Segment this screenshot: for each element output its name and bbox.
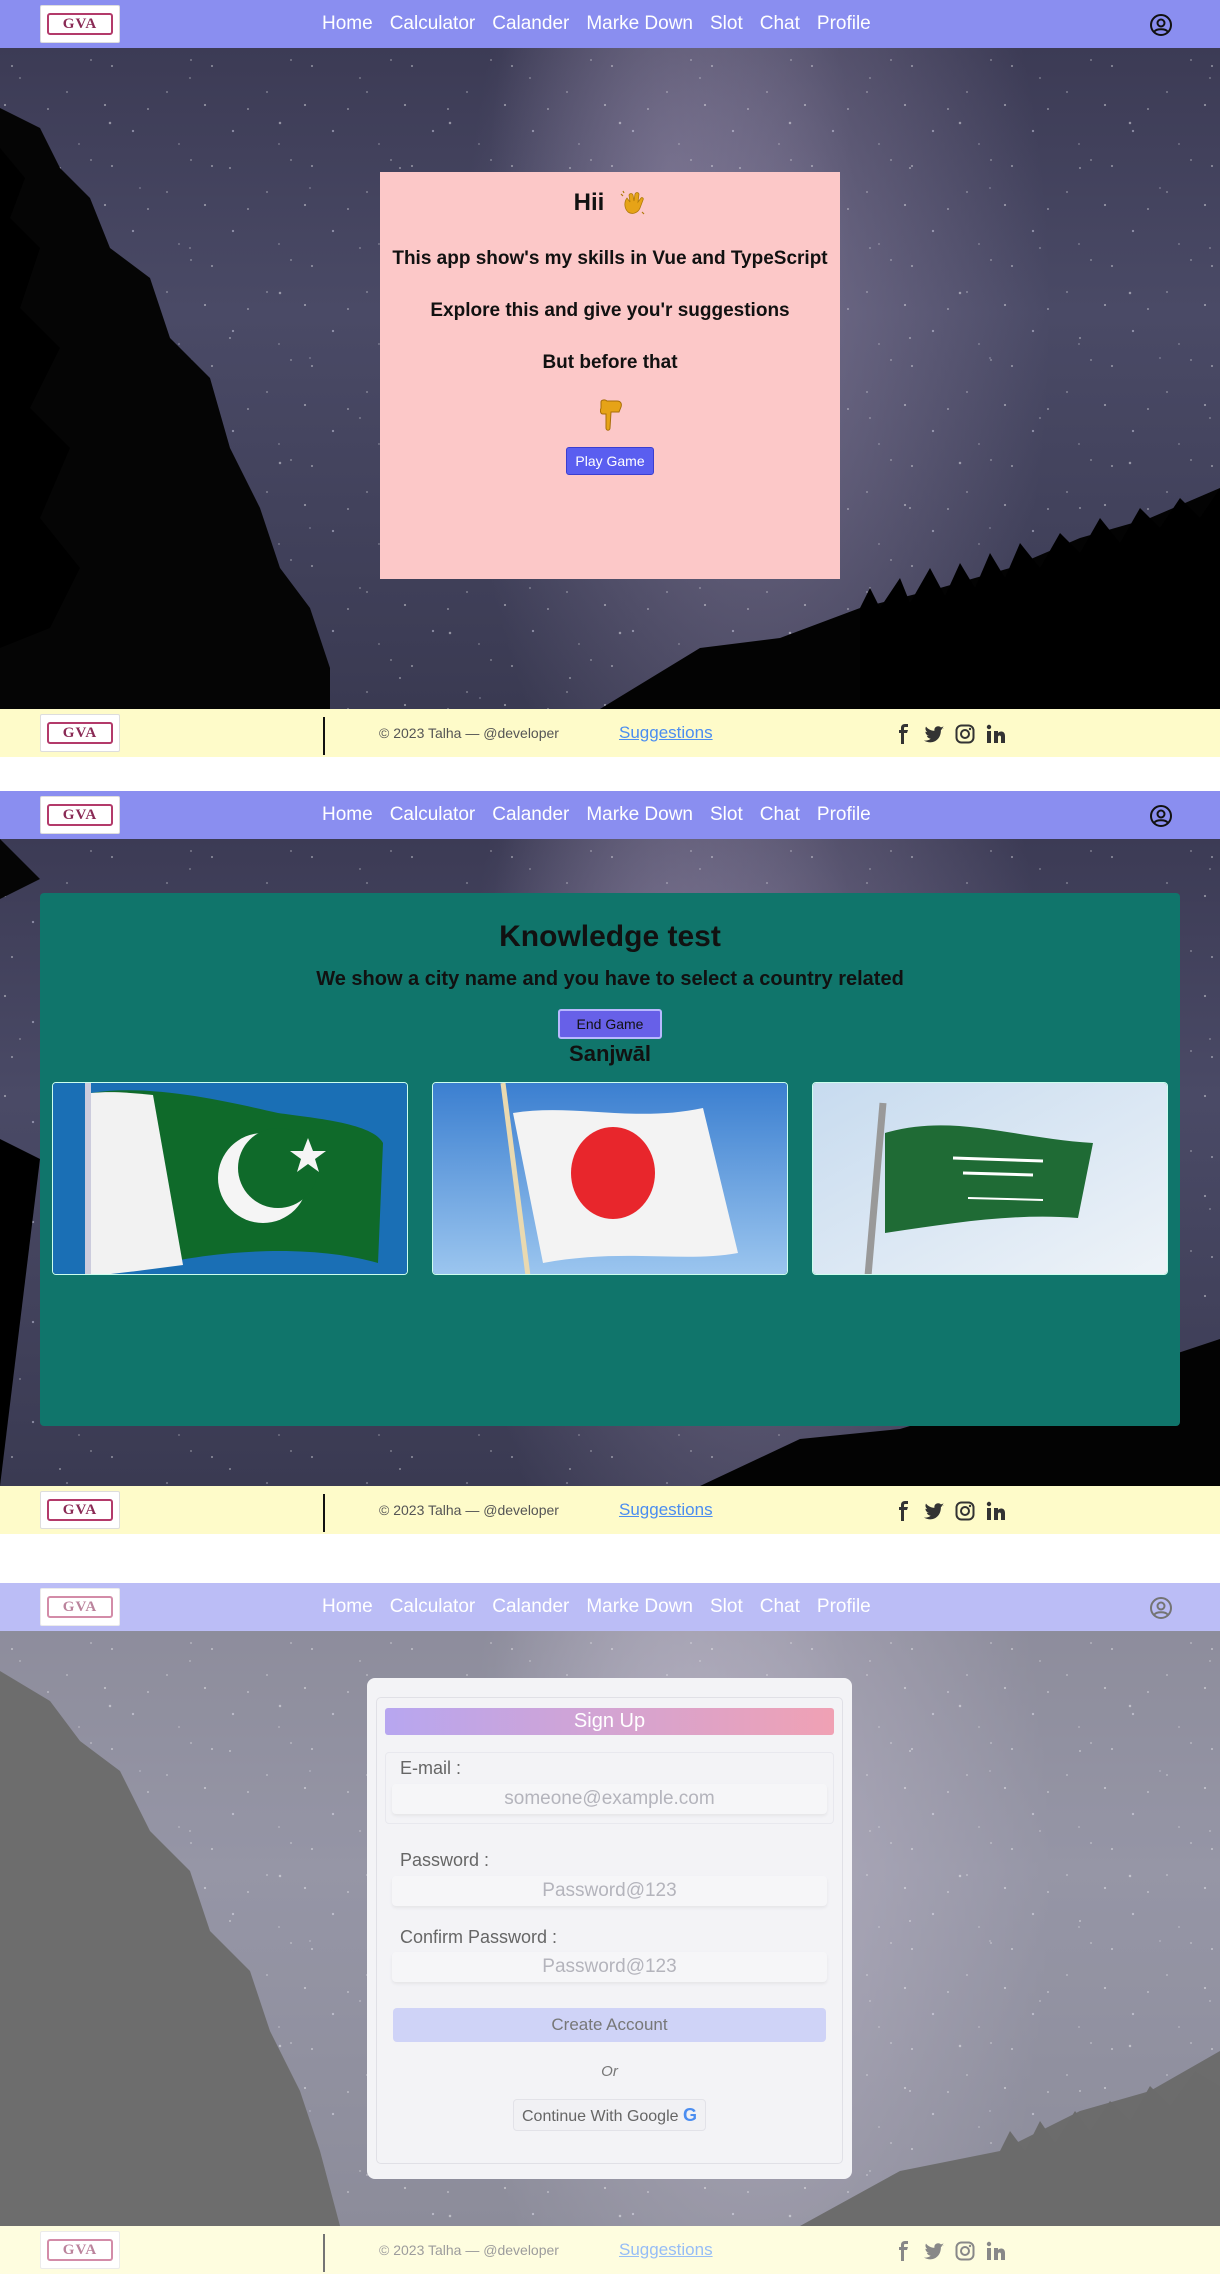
greeting: Hii: [380, 189, 840, 217]
footer-logo[interactable]: GVA: [40, 714, 120, 752]
nav-home[interactable]: Home: [322, 13, 373, 35]
nav-links: Home Calculator Calander Marke Down Slot…: [322, 0, 888, 48]
linkedin-icon[interactable]: [985, 1500, 1007, 1522]
instagram-icon[interactable]: [954, 723, 976, 745]
developer-handle[interactable]: @developer: [483, 725, 559, 741]
nav-home[interactable]: Home: [322, 804, 373, 826]
quiz-subtitle: We show a city name and you have to sele…: [316, 968, 904, 990]
footer-2: GVA © 2023 Talha — @developer Suggestion…: [0, 1486, 1220, 1534]
nav-links: Home Calculator Calander Marke Down Slot…: [322, 791, 888, 839]
navbar: GVA Home Calculator Calander Marke Down …: [0, 0, 1220, 48]
welcome-card: Hii This app show's my skills in Vue and…: [380, 172, 840, 579]
google-icon: G: [682, 2105, 697, 2125]
developer-handle[interactable]: @developer: [483, 1502, 559, 1518]
email-label: E-mail :: [400, 1758, 462, 1778]
waving-hand-icon: [620, 190, 645, 215]
twitter-icon[interactable]: [923, 723, 945, 745]
intro-line-2: Explore this and give you'r suggestions: [430, 300, 790, 321]
city-name: Sanjwāl: [569, 1041, 651, 1066]
signup-modal: Sign Up E-mail : someone@example.com Pas…: [367, 1678, 852, 2179]
footer-divider: [323, 717, 325, 755]
nav-chat[interactable]: Chat: [760, 13, 800, 35]
facebook-icon[interactable]: [892, 723, 914, 745]
nav-marke-down[interactable]: Marke Down: [586, 13, 693, 35]
google-signin-button[interactable]: Continue With Google G: [513, 2099, 706, 2131]
play-game-button[interactable]: Play Game: [566, 447, 654, 475]
end-game-button[interactable]: End Game: [557, 1009, 663, 1039]
nav-profile[interactable]: Profile: [817, 804, 871, 826]
nav-profile[interactable]: Profile: [817, 13, 871, 35]
pointing-down-icon: [599, 399, 622, 431]
signup-title: Sign Up: [385, 1708, 834, 1735]
knowledge-test-card: Knowledge test We show a city name and y…: [40, 893, 1180, 1426]
footer: GVA © 2023 Talha — @developer Suggestion…: [0, 709, 1220, 757]
social-icons: [892, 723, 1007, 745]
confirm-password-label: Confirm Password :: [400, 1927, 558, 1947]
intro-line-1: This app show's my skills in Vue and Typ…: [392, 248, 828, 269]
footer-divider: [323, 1494, 325, 1532]
social-icons: [892, 1500, 1007, 1522]
nav-marke-down[interactable]: Marke Down: [586, 804, 693, 826]
password-input[interactable]: Password@123: [392, 1876, 827, 1906]
twitter-icon[interactable]: [923, 1500, 945, 1522]
gva-logo[interactable]: GVA: [40, 796, 120, 834]
quiz-title: Knowledge test: [499, 920, 721, 953]
saudi-arabia-flag-image: [813, 1083, 1167, 1274]
user-circle-icon[interactable]: [1149, 804, 1173, 828]
email-input[interactable]: someone@example.com: [392, 1784, 827, 1814]
japan-flag-option[interactable]: [432, 1082, 788, 1275]
nav-slot[interactable]: Slot: [710, 13, 743, 35]
linkedin-icon[interactable]: [985, 723, 1007, 745]
confirm-password-input[interactable]: Password@123: [392, 1952, 827, 1982]
nav-chat[interactable]: Chat: [760, 804, 800, 826]
facebook-icon[interactable]: [892, 1500, 914, 1522]
password-label: Password :: [400, 1850, 490, 1870]
pakistan-flag-option[interactable]: [52, 1082, 408, 1275]
intro-line-3: But before that: [542, 352, 678, 373]
copyright-text: © 2023 Talha — @developer: [379, 725, 559, 741]
user-circle-icon[interactable]: [1149, 13, 1173, 37]
copyright-text: © 2023 Talha — @developer: [379, 1502, 559, 1518]
navbar-2: GVA Home Calculator Calander Marke Down …: [0, 791, 1220, 839]
suggestions-link[interactable]: Suggestions: [619, 723, 713, 743]
gva-logo[interactable]: GVA: [40, 5, 120, 43]
nav-calculator[interactable]: Calculator: [390, 13, 476, 35]
create-account-button[interactable]: Create Account: [393, 2008, 826, 2042]
instagram-icon[interactable]: [954, 1500, 976, 1522]
or-divider: Or: [601, 2063, 618, 2080]
nav-calculator[interactable]: Calculator: [390, 804, 476, 826]
suggestions-link[interactable]: Suggestions: [619, 1500, 713, 1520]
footer-logo[interactable]: GVA: [40, 1491, 120, 1529]
japan-flag-image: [433, 1083, 787, 1274]
saudi-arabia-flag-option[interactable]: [812, 1082, 1168, 1275]
nav-slot[interactable]: Slot: [710, 804, 743, 826]
pakistan-flag-image: [53, 1083, 407, 1274]
nav-calander[interactable]: Calander: [492, 13, 569, 35]
nav-calander[interactable]: Calander: [492, 804, 569, 826]
